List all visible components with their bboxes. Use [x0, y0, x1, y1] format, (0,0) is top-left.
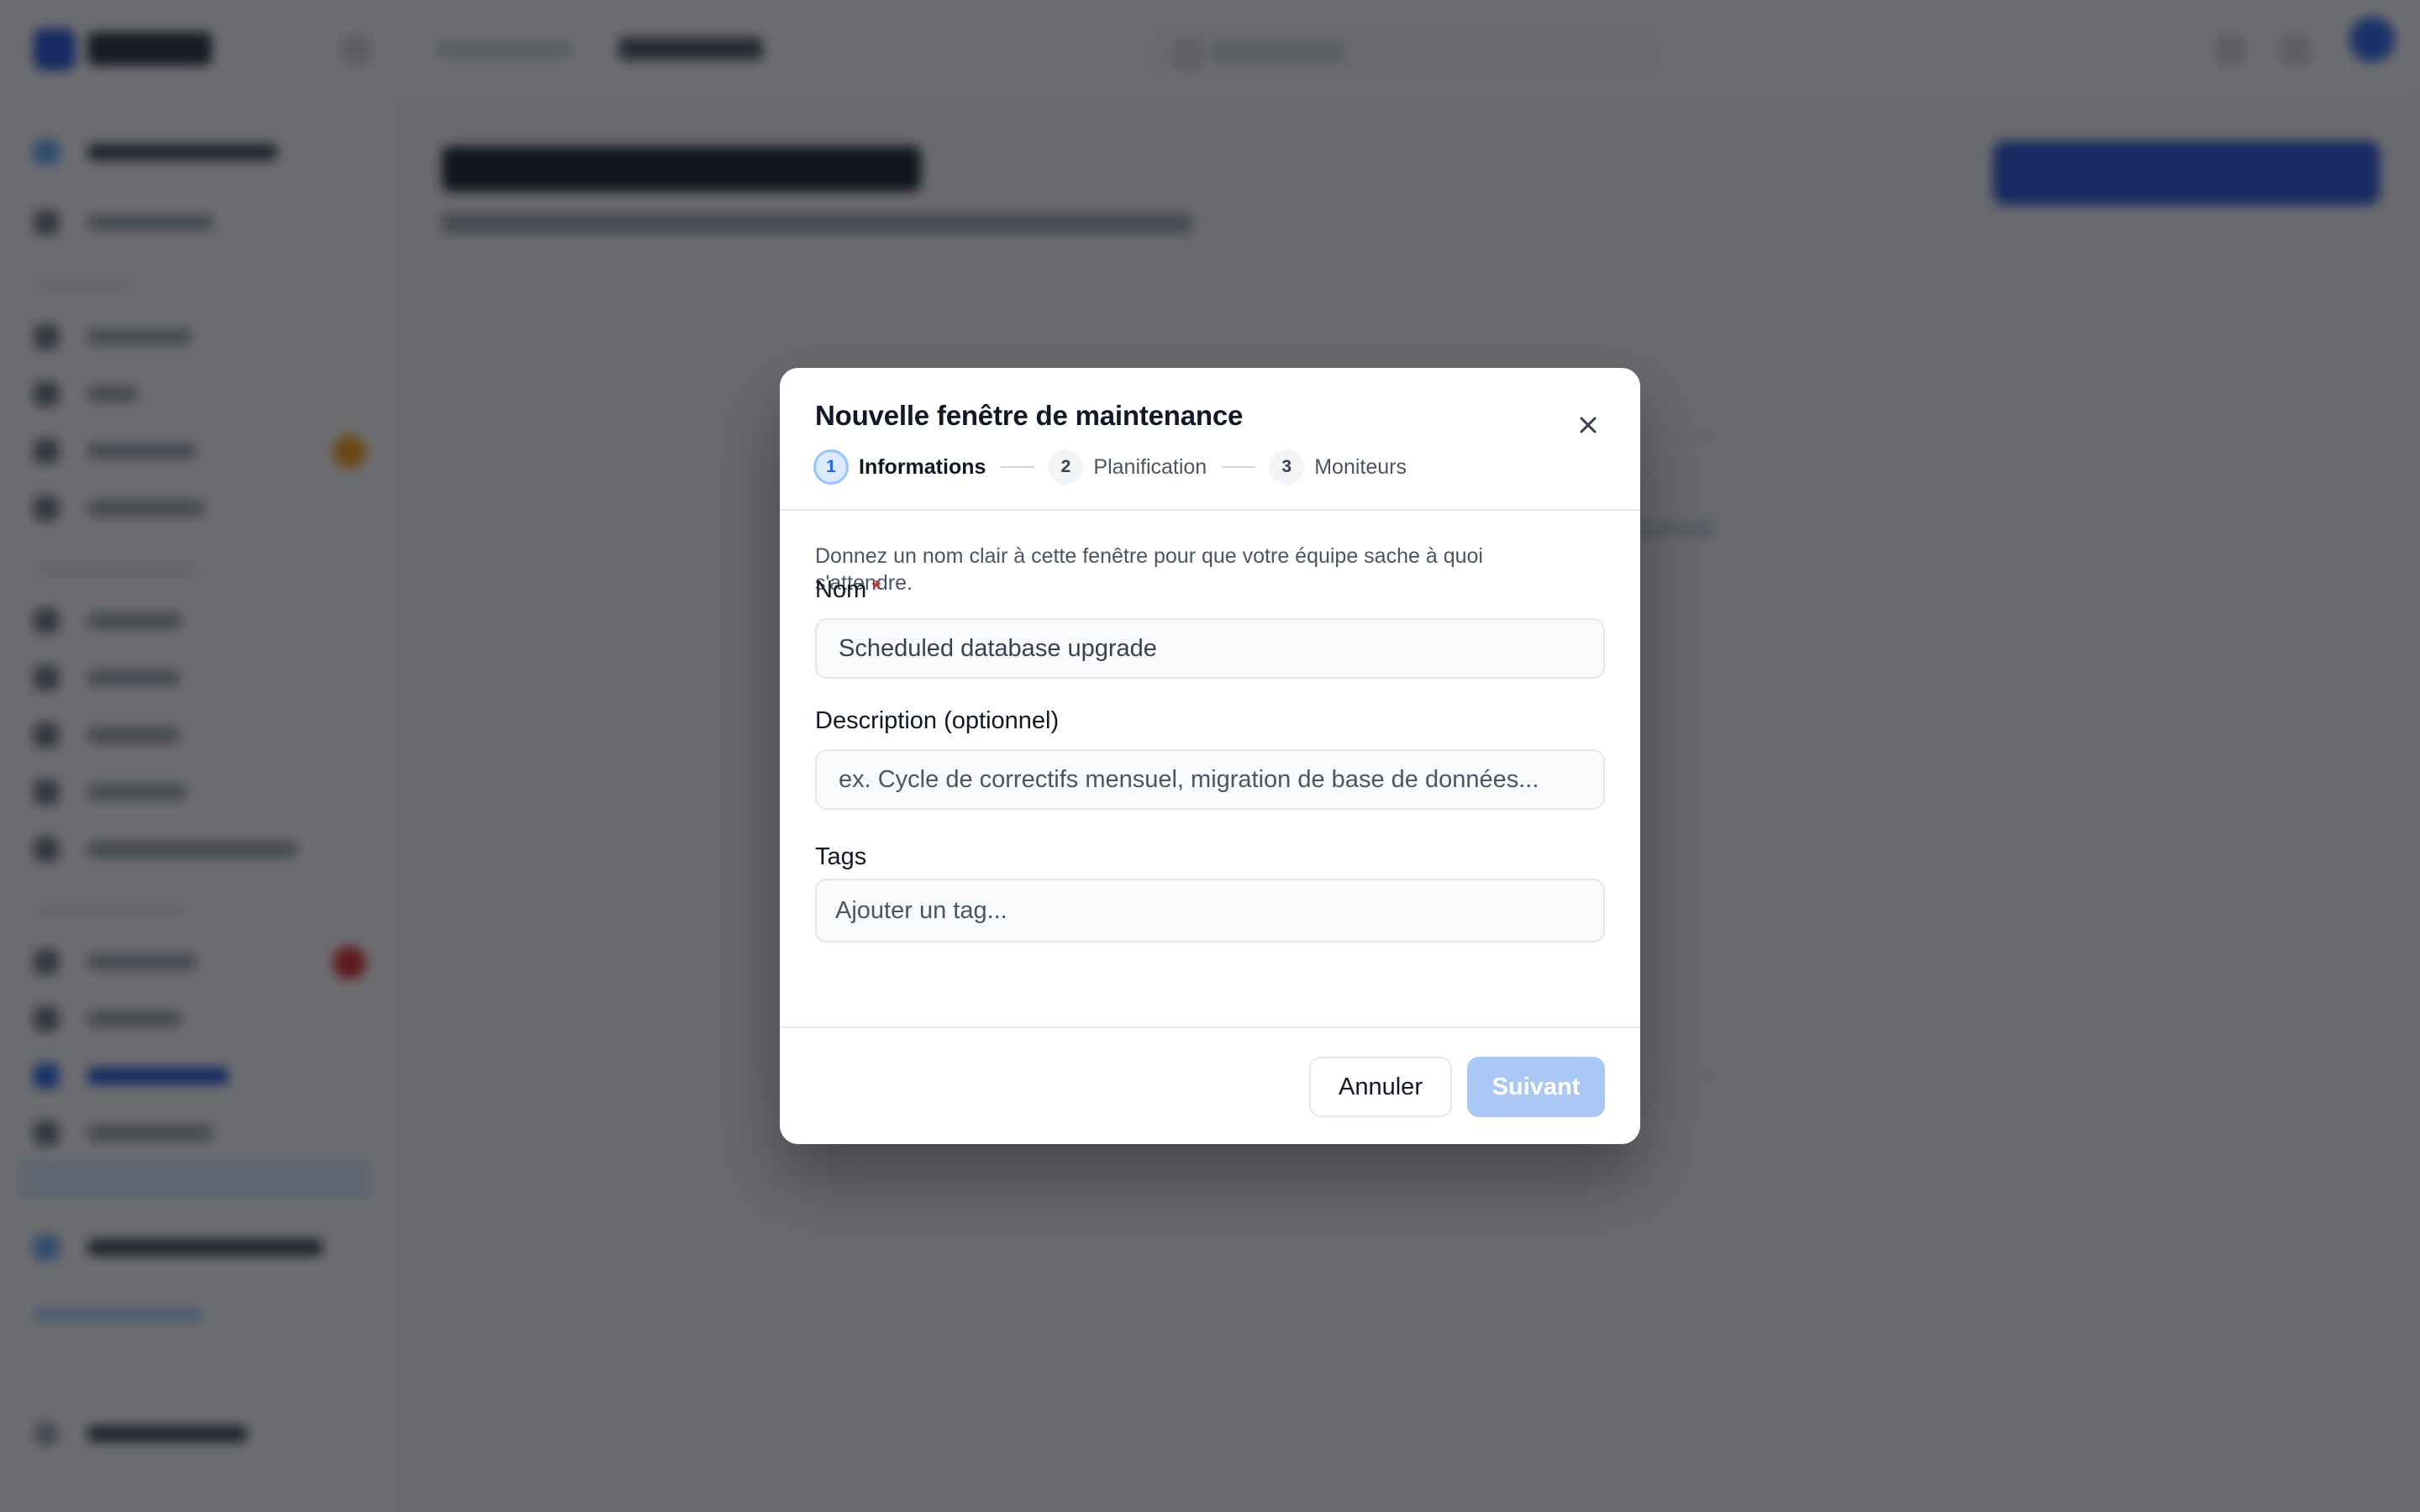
step-planification[interactable]: 2 Planification [1048, 449, 1207, 486]
next-button[interactable]: Suivant [1467, 1057, 1605, 1117]
step-informations[interactable]: 1 Informations [813, 449, 986, 486]
name-label-text: Nom [815, 576, 867, 603]
step-label: Moniteurs [1314, 454, 1407, 479]
step-connector [1001, 466, 1035, 468]
close-icon [1580, 417, 1597, 433]
step-connector [1222, 466, 1256, 468]
step-number: 2 [1048, 449, 1084, 485]
dialog-title: Nouvelle fenêtre de maintenance [815, 400, 1244, 431]
description-label: Description (optionnel) [815, 707, 1060, 734]
required-marker: * [871, 576, 881, 603]
maintenance-window-dialog: Nouvelle fenêtre de maintenance 1 Inform… [780, 368, 1640, 1144]
tags-label: Tags [815, 843, 867, 870]
step-label: Planification [1093, 454, 1207, 479]
stepper: 1 Informations 2 Planification 3 Moniteu… [813, 449, 1407, 486]
step-moniteurs[interactable]: 3 Moniteurs [1269, 449, 1407, 486]
cancel-button[interactable]: Annuler [1309, 1057, 1452, 1117]
name-input[interactable]: Scheduled database upgrade [815, 618, 1605, 679]
step-number: 3 [1269, 449, 1305, 485]
tags-placeholder: Ajouter un tag... [835, 896, 1007, 924]
step-number: 1 [813, 449, 849, 485]
description-placeholder: ex. Cycle de correctifs mensuel, migrati… [839, 765, 1539, 793]
dialog-header: Nouvelle fenêtre de maintenance 1 Inform… [780, 368, 1640, 511]
name-input-value: Scheduled database upgrade [839, 634, 1157, 662]
intro-text: Donnez un nom clair à cette fenêtre pour… [815, 544, 1483, 595]
tags-input[interactable]: Ajouter un tag... [815, 879, 1605, 942]
description-input[interactable]: ex. Cycle de correctifs mensuel, migrati… [815, 749, 1605, 810]
close-button[interactable] [1565, 402, 1612, 449]
step-label: Informations [859, 454, 986, 479]
dialog-footer: Annuler Suivant [780, 1026, 1640, 1144]
name-label: Nom * [815, 576, 881, 604]
